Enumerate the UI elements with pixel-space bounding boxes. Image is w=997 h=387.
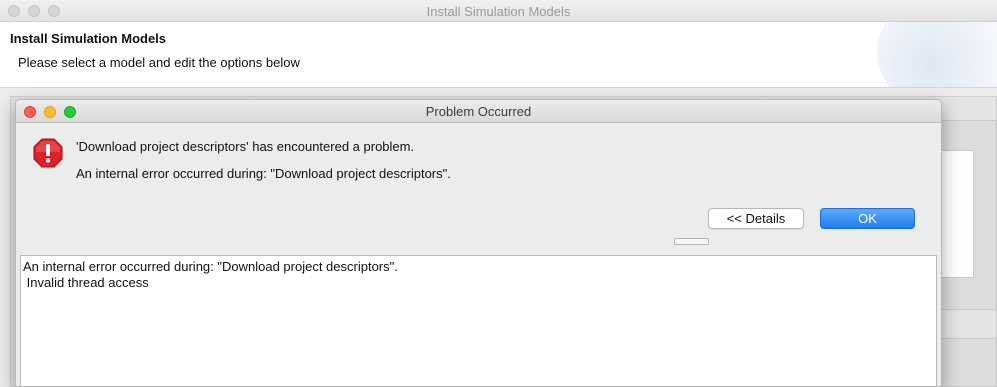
error-details-textarea[interactable]: An internal error occurred during: "Down…: [20, 255, 937, 386]
error-message: 'Download project descriptors' has encou…: [76, 139, 415, 154]
details-line: Invalid thread access: [23, 275, 149, 290]
problem-occurred-dialog: Problem Occurred 'Download project descr…: [15, 99, 942, 387]
error-stop-icon: [33, 138, 63, 168]
options-list[interactable]: [940, 150, 974, 278]
dialog-titlebar: Problem Occurred: [16, 100, 941, 123]
wizard-page-description: Please select a model and edit the optio…: [18, 55, 300, 70]
resize-splitter-handle[interactable]: [674, 238, 709, 245]
back-window-title: Install Simulation Models: [426, 4, 571, 19]
details-toggle-button[interactable]: << Details: [708, 208, 804, 229]
error-reason: An internal error occurred during: "Down…: [76, 166, 451, 181]
back-window-titlebar: Install Simulation Models: [0, 0, 997, 22]
wizard-header: Install Simulation Models Please select …: [0, 22, 997, 88]
ok-button[interactable]: OK: [820, 208, 915, 229]
options-panel-lower: [940, 338, 997, 387]
wizard-page-title: Install Simulation Models: [10, 31, 167, 46]
wizard-banner-graphic: [877, 22, 997, 87]
dialog-title: Problem Occurred: [425, 104, 532, 119]
details-line: An internal error occurred during: "Down…: [23, 259, 398, 274]
